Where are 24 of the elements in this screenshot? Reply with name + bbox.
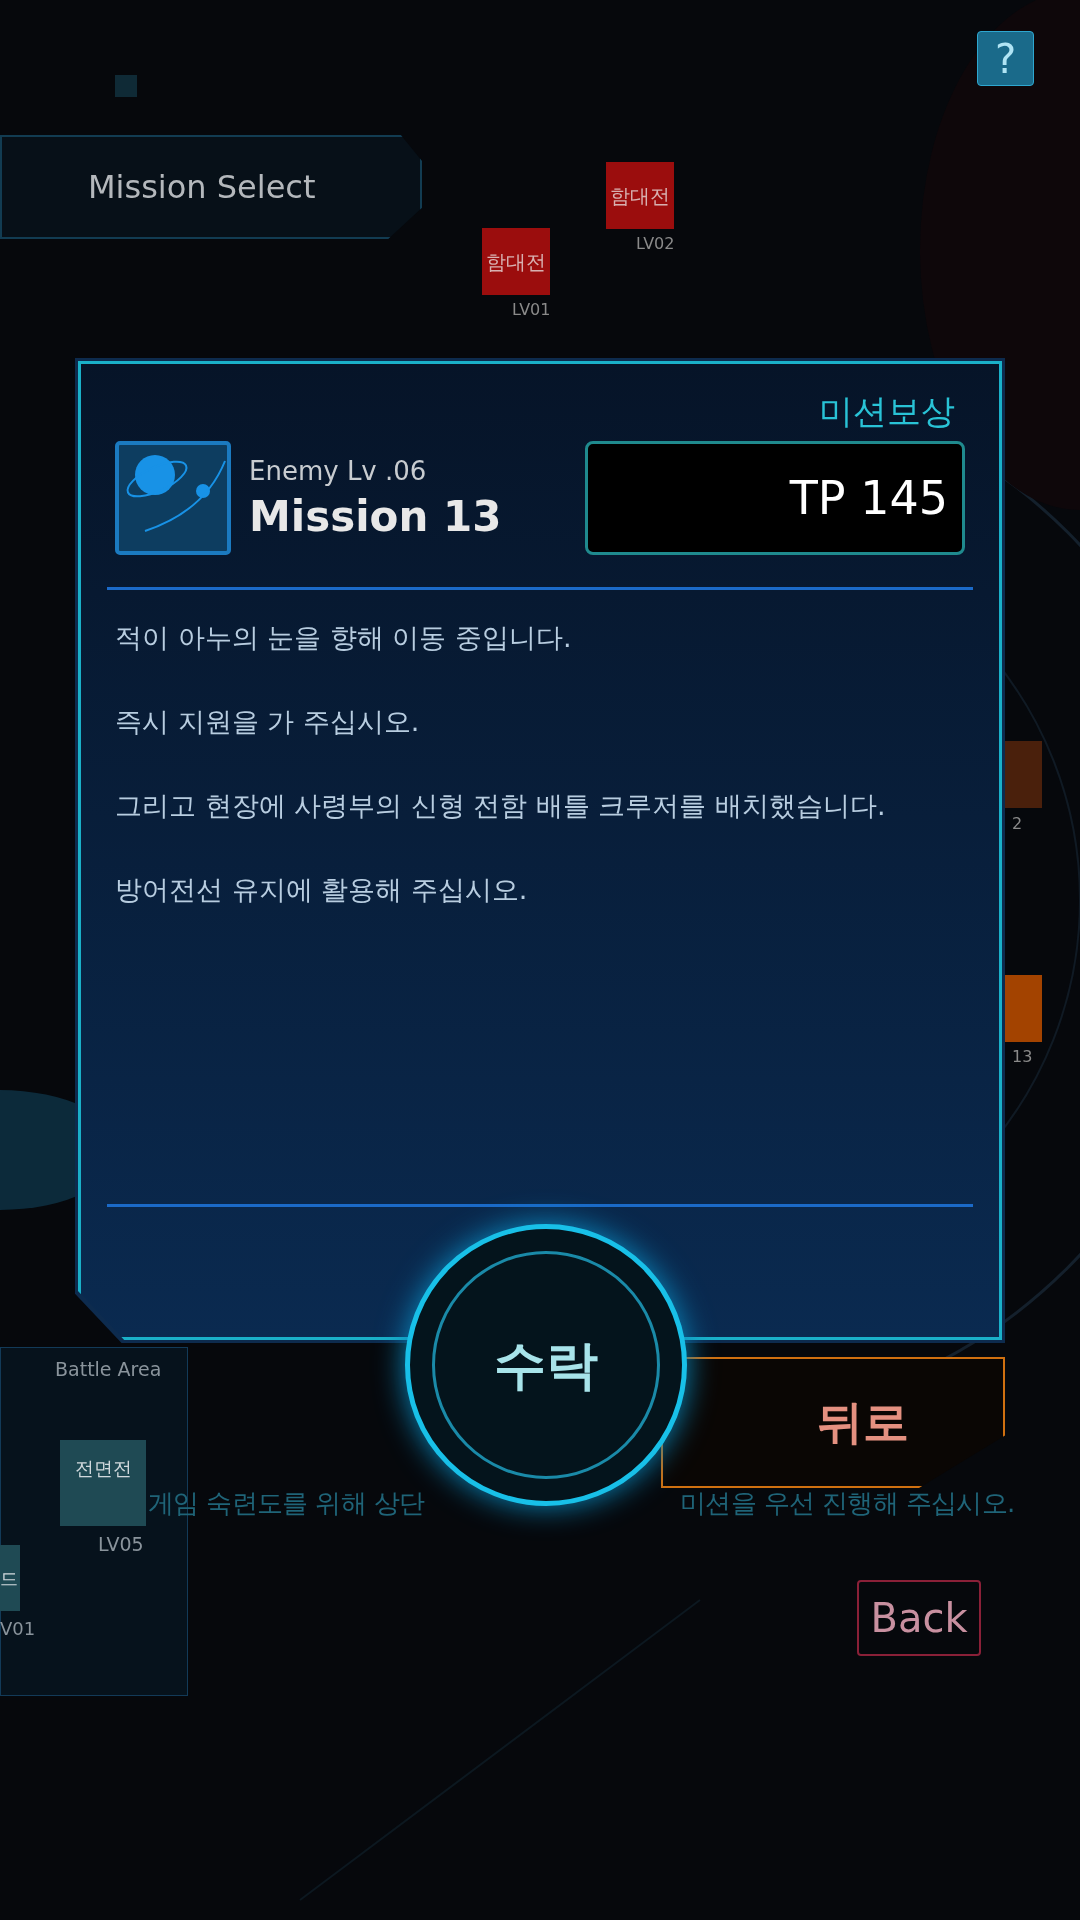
node-level: LV02 bbox=[636, 233, 675, 255]
help-button[interactable]: ? bbox=[977, 31, 1034, 86]
battle-area-title: Battle Area bbox=[55, 1357, 162, 1382]
node-level: 13 bbox=[1012, 1046, 1033, 1068]
enemy-level: Enemy Lv .06 bbox=[249, 455, 428, 489]
planet-icon bbox=[115, 441, 231, 555]
back-korean-button[interactable]: 뒤로 bbox=[661, 1357, 1005, 1488]
briefing-paragraph: 방어전선 유지에 활용해 주십시오. bbox=[115, 873, 529, 907]
reward-label: 미션보상 bbox=[819, 390, 955, 433]
mission-select-banner: Mission Select bbox=[0, 135, 422, 239]
briefing-paragraph: 즉시 지원을 가 주십시오. bbox=[115, 705, 421, 739]
node-level: V01 bbox=[0, 1617, 36, 1641]
mission-node[interactable]: 함대전 bbox=[606, 162, 674, 229]
back-button[interactable]: Back bbox=[857, 1580, 981, 1656]
briefing-paragraph: 그리고 현장에 사령부의 신형 전함 배틀 크루저를 배치했습니다. bbox=[115, 789, 887, 823]
node-level: LV01 bbox=[512, 299, 551, 321]
briefing-paragraph: 적이 아누의 눈을 향해 이동 중입니다. bbox=[115, 621, 573, 655]
mission-node[interactable]: 함대전 bbox=[482, 228, 550, 295]
node-level: LV05 bbox=[98, 1532, 144, 1557]
reward-box: TP 145 bbox=[585, 441, 965, 555]
mission-node[interactable]: 전면전 bbox=[60, 1440, 146, 1526]
mission-title: Mission 13 bbox=[249, 491, 503, 544]
node-level: 2 bbox=[1012, 813, 1023, 835]
mission-node[interactable]: 드 bbox=[0, 1545, 20, 1611]
